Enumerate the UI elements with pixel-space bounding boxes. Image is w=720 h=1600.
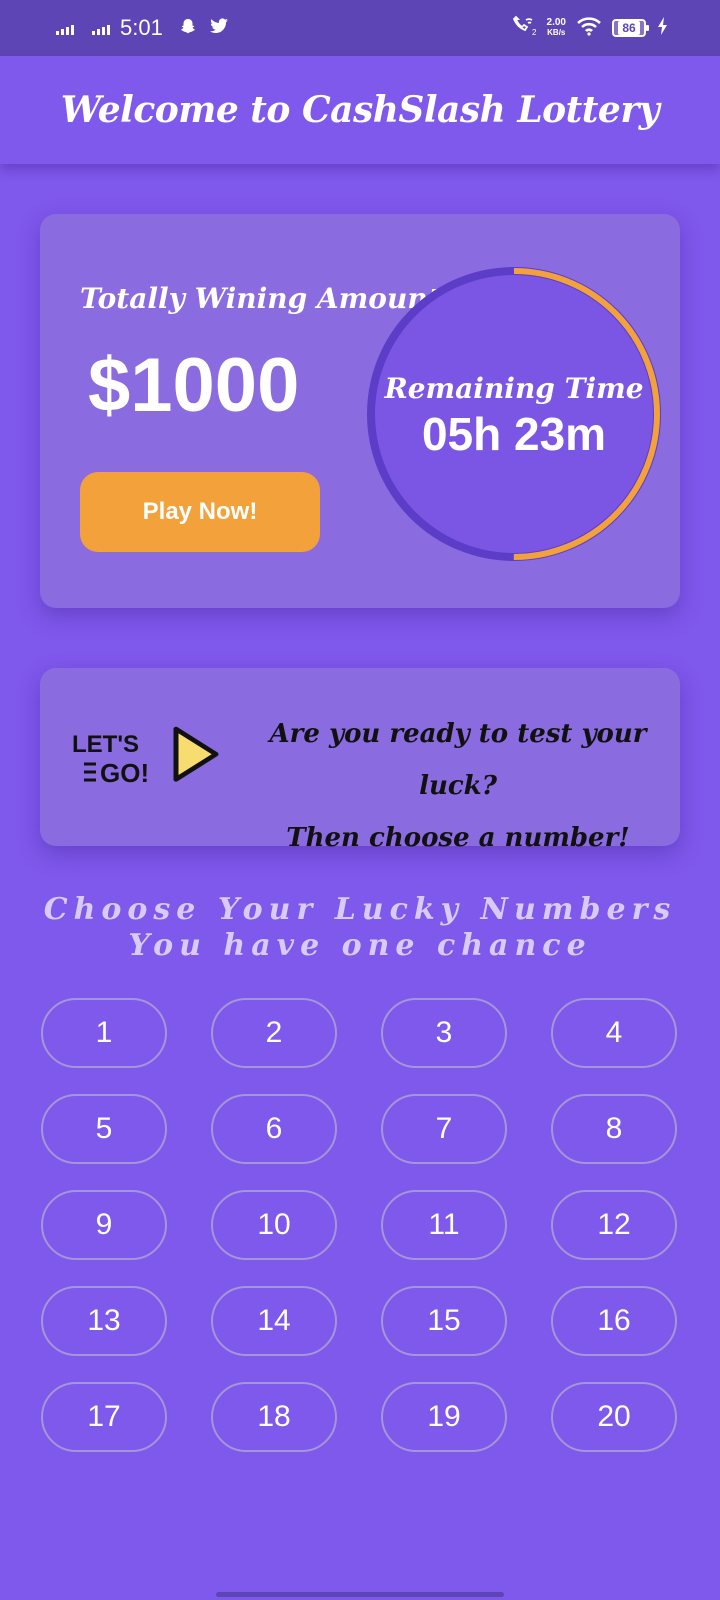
status-right: 2 2.00 KB/s 86	[511, 15, 668, 41]
number-button[interactable]: 5	[41, 1094, 167, 1164]
wifi-call-icon: 2	[511, 15, 537, 41]
number-button[interactable]: 14	[211, 1286, 337, 1356]
play-now-button[interactable]: Play Now!	[80, 472, 320, 552]
number-button[interactable]: 10	[211, 1190, 337, 1260]
number-button[interactable]: 13	[41, 1286, 167, 1356]
timer-text: Remaining Time 05h 23m	[364, 264, 664, 564]
number-button[interactable]: 3	[381, 998, 507, 1068]
svg-text:2: 2	[532, 28, 537, 37]
network-speed-unit: KB/s	[547, 28, 566, 37]
number-button[interactable]: 6	[211, 1094, 337, 1164]
timer-label: Remaining Time	[384, 371, 644, 405]
number-button[interactable]: 18	[211, 1382, 337, 1452]
lets-go-bottom-text: GO!	[100, 758, 149, 788]
play-triangle-icon	[173, 726, 219, 782]
status-bar: 5:01 2 2.00 KB/s 86	[0, 0, 720, 56]
luck-line-1: Are you ready to test your luck?	[269, 719, 647, 801]
charging-icon	[658, 17, 668, 39]
remaining-time-timer: Remaining Time 05h 23m	[364, 264, 664, 564]
luck-card: LET'S GO! Are you ready to test your luc…	[40, 668, 680, 853]
signal-icon	[92, 21, 110, 35]
lucky-number-grid: 1 2 3 4 5 6 7 8 9 10 11 12 13 14 15 16 1…	[41, 998, 679, 1452]
network-speed: 2.00 KB/s	[547, 18, 566, 38]
number-button[interactable]: 4	[551, 998, 677, 1068]
battery-icon: 86	[612, 19, 649, 37]
timer-value: 05h 23m	[421, 407, 607, 460]
battery-level: 86	[618, 21, 640, 35]
choose-heading: Choose Your Lucky Numbers You have one c…	[0, 892, 720, 964]
number-button[interactable]: 9	[41, 1190, 167, 1260]
choose-heading-line-1: Choose Your Lucky Numbers	[43, 892, 677, 927]
number-button[interactable]: 1	[41, 998, 167, 1068]
app-bar: Welcome to CashSlash Lottery	[0, 56, 720, 164]
app-title: Welcome to CashSlash Lottery	[60, 89, 660, 131]
signal-icon	[56, 21, 74, 35]
number-button[interactable]: 2	[211, 998, 337, 1068]
home-indicator[interactable]	[216, 1592, 504, 1597]
number-button[interactable]: 16	[551, 1286, 677, 1356]
number-button[interactable]: 11	[381, 1190, 507, 1260]
luck-line-2: Then choose a number!	[286, 823, 630, 853]
prize-card: Totally Wining Amount $1000 Play Now! Re…	[40, 214, 680, 608]
number-button[interactable]: 20	[551, 1382, 677, 1452]
number-button[interactable]: 15	[381, 1286, 507, 1356]
status-time: 5:01	[120, 15, 163, 40]
number-button[interactable]: 12	[551, 1190, 677, 1260]
luck-message: Are you ready to test your luck? Then ch…	[256, 708, 660, 864]
lets-go-top-text: LET'S	[72, 731, 139, 758]
snapchat-icon	[179, 17, 197, 39]
number-button[interactable]: 8	[551, 1094, 677, 1164]
network-speed-value: 2.00	[546, 17, 566, 28]
number-button[interactable]: 7	[381, 1094, 507, 1164]
status-left: 5:01	[56, 15, 229, 41]
prize-amount: $1000	[88, 343, 300, 428]
wifi-icon	[576, 16, 602, 40]
twitter-icon	[209, 17, 229, 39]
number-button[interactable]: 19	[381, 1382, 507, 1452]
choose-heading-line-2: You have one chance	[128, 928, 592, 963]
lets-go-logo: LET'S GO!	[70, 722, 230, 802]
number-button[interactable]: 17	[41, 1382, 167, 1452]
